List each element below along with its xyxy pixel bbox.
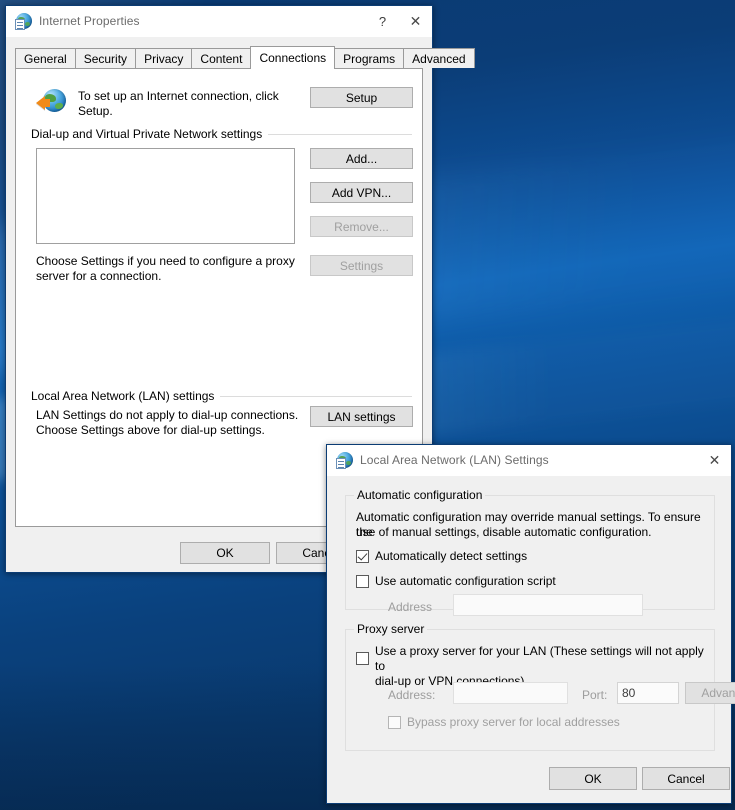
internet-properties-title: Internet Properties bbox=[39, 14, 140, 28]
setup-description: To set up an Internet connection, click … bbox=[78, 89, 279, 118]
add-button[interactable]: Add... bbox=[310, 148, 413, 169]
bypass-proxy-label: Bypass proxy server for local addresses bbox=[407, 715, 620, 729]
dialup-settings-hint: Choose Settings if you need to configure… bbox=[36, 254, 295, 283]
lan-settings-button[interactable]: LAN settings bbox=[310, 406, 413, 427]
lan-settings-icon bbox=[336, 452, 353, 469]
tab-advanced[interactable]: Advanced bbox=[403, 48, 475, 68]
lan-group-legend: Local Area Network (LAN) settings bbox=[31, 389, 221, 403]
proxy-port-input[interactable]: 80 bbox=[617, 682, 679, 704]
help-button[interactable]: ? bbox=[366, 6, 399, 36]
tab-programs[interactable]: Programs bbox=[334, 48, 405, 68]
bypass-proxy-checkbox-box bbox=[388, 716, 401, 729]
lan-hint-line-1: LAN Settings do not apply to dial-up con… bbox=[36, 408, 299, 422]
internet-properties-window-buttons: ? ✕ bbox=[366, 6, 432, 36]
use-automatic-configuration-script-label: Use automatic configuration script bbox=[375, 574, 556, 588]
proxy-port-label: Port: bbox=[582, 688, 608, 702]
internet-properties-tabstrip: General Security Privacy Content Connect… bbox=[15, 46, 475, 69]
settings-button[interactable]: Settings bbox=[310, 255, 413, 276]
internet-properties-ok-button[interactable]: OK bbox=[180, 542, 270, 564]
tab-connections[interactable]: Connections bbox=[250, 46, 336, 69]
lan-settings-title: Local Area Network (LAN) Settings bbox=[360, 453, 549, 467]
internet-properties-titlebar[interactable]: Internet Properties ? ✕ bbox=[6, 6, 432, 37]
proxy-address-input[interactable] bbox=[453, 682, 568, 704]
script-address-input[interactable] bbox=[453, 594, 643, 616]
lan-settings-titlebar[interactable]: Local Area Network (LAN) Settings ✕ bbox=[327, 445, 731, 476]
lan-settings-ok-button[interactable]: OK bbox=[549, 767, 637, 790]
lan-settings-cancel-button[interactable]: Cancel bbox=[642, 767, 730, 790]
setup-button[interactable]: Setup bbox=[310, 87, 413, 108]
close-icon[interactable]: ✕ bbox=[698, 445, 731, 475]
close-icon[interactable]: ✕ bbox=[399, 6, 432, 36]
tab-content[interactable]: Content bbox=[191, 48, 252, 68]
remove-button[interactable]: Remove... bbox=[310, 216, 413, 237]
automatic-configuration-legend: Automatic configuration bbox=[354, 488, 486, 502]
dialup-group-legend: Dial-up and Virtual Private Network sett… bbox=[31, 127, 269, 141]
proxy-server-legend: Proxy server bbox=[354, 622, 428, 636]
proxy-address-label: Address: bbox=[388, 688, 436, 702]
dialup-connections-listbox[interactable] bbox=[36, 148, 295, 244]
tab-general[interactable]: General bbox=[15, 48, 76, 68]
use-proxy-server-checkbox-box bbox=[356, 652, 369, 665]
lan-settings-window-buttons: ✕ bbox=[698, 445, 731, 475]
script-address-label: Address bbox=[388, 600, 433, 614]
automatic-configuration-group: Automatic configuration Automatic config… bbox=[345, 488, 715, 616]
automatic-configuration-description-line-2: use of manual settings, disable automati… bbox=[356, 525, 652, 539]
tab-security[interactable]: Security bbox=[74, 48, 137, 68]
proxy-server-group: Proxy server Use a proxy server for your… bbox=[345, 622, 735, 751]
lan-hint-line-2: Choose Settings above for dial-up settin… bbox=[36, 423, 265, 437]
lan-settings-dialog: Local Area Network (LAN) Settings ✕ Auto… bbox=[326, 444, 735, 804]
auto-detect-settings-checkbox-box bbox=[356, 550, 369, 563]
auto-detect-settings-label: Automatically detect settings bbox=[375, 549, 528, 563]
proxy-advanced-button[interactable]: Advanced bbox=[685, 682, 735, 704]
internet-connection-setup-icon bbox=[36, 89, 66, 115]
bypass-proxy-checkbox[interactable]: Bypass proxy server for local addresses bbox=[388, 715, 620, 730]
use-proxy-server-label-line-1: Use a proxy server for your LAN (These s… bbox=[375, 644, 704, 673]
tab-privacy[interactable]: Privacy bbox=[135, 48, 193, 68]
internet-properties-icon bbox=[15, 13, 32, 30]
add-vpn-button[interactable]: Add VPN... bbox=[310, 182, 413, 203]
desktop: Internet Properties ? ✕ General Security… bbox=[0, 0, 735, 810]
use-automatic-configuration-script-checkbox-box bbox=[356, 575, 369, 588]
use-automatic-configuration-script-checkbox[interactable]: Use automatic configuration script bbox=[356, 574, 556, 589]
auto-detect-settings-checkbox[interactable]: Automatically detect settings bbox=[356, 549, 527, 564]
